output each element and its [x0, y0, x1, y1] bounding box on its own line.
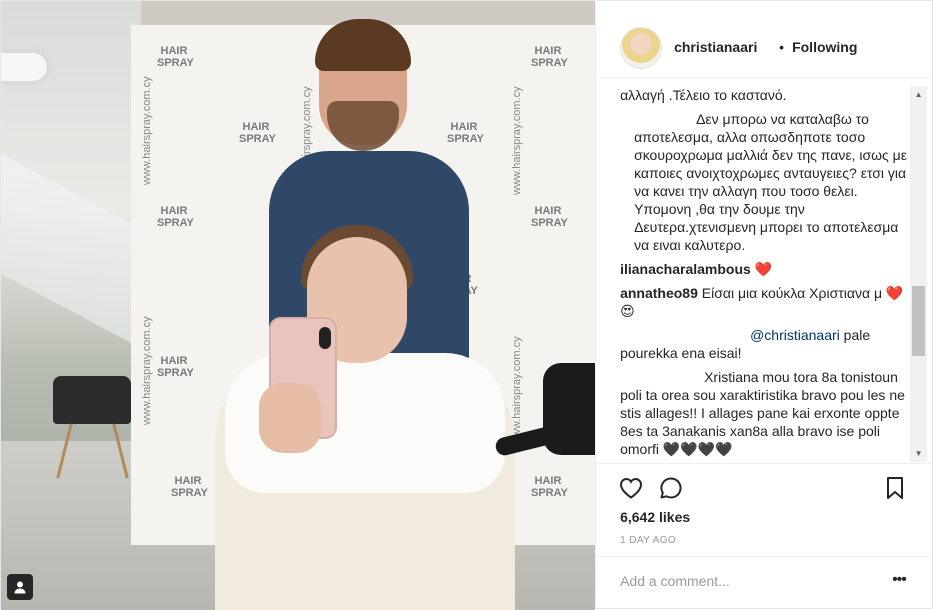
post-timestamp[interactable]: 1 DAY AGO [620, 535, 676, 546]
backdrop-logo: HAIR SPRAY [239, 121, 276, 145]
comment-text: ❤️ [754, 261, 773, 277]
backdrop-logo: HAIR SPRAY [531, 205, 568, 229]
instagram-post: www.hairspray.com.cy www.hairspray.com.c… [0, 0, 933, 610]
scroll-up-arrow-icon[interactable]: ▲ [910, 86, 927, 103]
more-options-icon[interactable]: ••• [892, 571, 907, 589]
backdrop-logo: HAIR SPRAY [157, 355, 194, 379]
comment-text: Xristiana mou tora 8a tonistoun poli ta … [620, 369, 905, 457]
backdrop-logo: HAIR SPRAY [157, 205, 194, 229]
post-header: christianaari • Following [596, 1, 933, 78]
comment-icon[interactable] [658, 475, 684, 501]
comment-text: αλλαγή .Τέλειο το καστανό. [620, 87, 787, 103]
backdrop-logo: HAIR SPRAY [157, 45, 194, 69]
scroll-down-arrow-icon[interactable]: ▼ [910, 445, 927, 462]
heart-icon[interactable] [618, 475, 644, 501]
chair [53, 376, 131, 424]
post-sidebar: christianaari • Following αλλαγή .Τέλειο… [595, 1, 933, 608]
hand [259, 383, 321, 453]
backdrop-text: www.hairspray.com.cy [511, 86, 523, 195]
backdrop-text: www.hairspray.com.cy [141, 76, 153, 185]
comments-scrollbar[interactable]: ▲ ▼ [910, 86, 928, 462]
list-item: @christianaari pale pourekka ena eisai! [620, 326, 910, 362]
separator-dot: • [779, 39, 784, 55]
ceiling-lamp [1, 53, 47, 81]
backdrop-logo: HAIR SPRAY [531, 45, 568, 69]
comments-list[interactable]: αλλαγή .Τέλειο το καστανό. Δεν μπορω να … [620, 86, 910, 462]
user-tag-icon[interactable] [7, 574, 33, 600]
backdrop-text: www.hairspray.com.cy [141, 316, 153, 425]
scroll-thumb[interactable] [912, 286, 926, 356]
bookmark-icon[interactable] [882, 475, 908, 501]
backdrop-logo: HAIR SPRAY [531, 475, 568, 499]
phone-camera [319, 327, 331, 349]
hair-dryer [543, 363, 596, 455]
list-item: annatheo89 Είσαι μια κούκλα Χριστιανα μ … [620, 284, 910, 320]
list-item: ilianacharalambous ❤️ [620, 260, 910, 278]
comment-username[interactable]: annatheo89 [620, 285, 698, 301]
user-silhouette-icon [14, 581, 26, 594]
backdrop-logo: HAIR SPRAY [171, 475, 208, 499]
comment-input[interactable] [620, 573, 881, 589]
avatar[interactable] [620, 27, 663, 69]
username-link[interactable]: christianaari [674, 39, 757, 55]
likes-count[interactable]: 6,642 likes [620, 509, 690, 525]
mention-link[interactable]: @christianaari [750, 327, 840, 343]
follow-button[interactable]: Following [792, 39, 857, 55]
post-photo[interactable]: www.hairspray.com.cy www.hairspray.com.c… [1, 1, 596, 610]
comment-username[interactable]: ilianacharalambous [620, 261, 751, 277]
comment-text: Δεν μπορω να καταλαβω το αποτελεσμα, αλλ… [634, 111, 907, 253]
